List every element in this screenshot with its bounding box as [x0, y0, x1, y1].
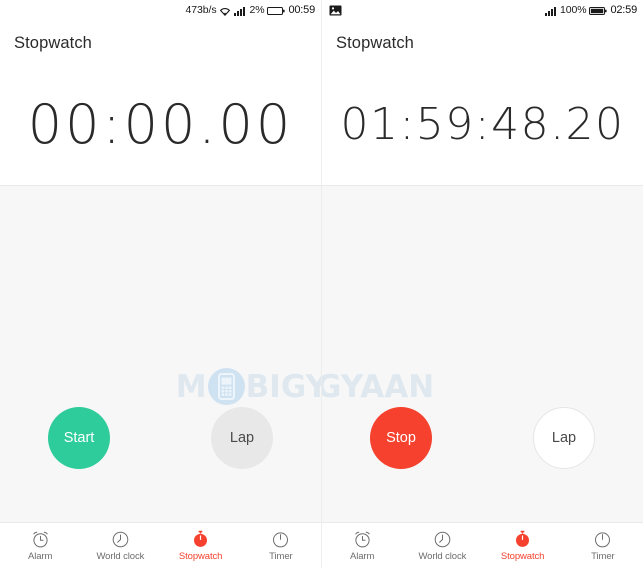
- nav-item-alarm[interactable]: Alarm: [0, 523, 80, 568]
- world-clock-icon: [433, 530, 452, 549]
- stopwatch-controls: Stop Lap: [322, 354, 643, 522]
- app-title-bar: Stopwatch: [0, 21, 321, 65]
- nav-label-timer: Timer: [591, 550, 615, 562]
- battery-percent-text: 100%: [560, 4, 587, 17]
- status-bar: 100% 02:59: [322, 0, 643, 21]
- nav-item-world-clock[interactable]: World clock: [80, 523, 160, 568]
- page-title: Stopwatch: [14, 33, 92, 52]
- nav-label-alarm: Alarm: [349, 550, 375, 562]
- elapsed-time-text: 01:59:48.20: [340, 99, 625, 150]
- nav-label-timer: Timer: [269, 550, 293, 562]
- page-title: Stopwatch: [336, 33, 414, 52]
- lap-list-area: M BIGYAAN: [322, 186, 643, 522]
- battery-percent-text: 2%: [249, 4, 265, 17]
- stop-button[interactable]: Stop: [370, 407, 432, 469]
- nav-item-alarm[interactable]: Alarm: [322, 523, 402, 568]
- lap-button[interactable]: Lap: [211, 407, 273, 469]
- nav-label-world-clock: World clock: [96, 550, 145, 562]
- app-title-bar: Stopwatch: [322, 21, 643, 65]
- lap-list-area: M BIGYAAN: [0, 186, 321, 522]
- signal-bars-icon: [545, 6, 557, 16]
- world-clock-icon: [111, 530, 130, 549]
- nav-label-world-clock: World clock: [418, 550, 467, 562]
- elapsed-time-text: 00:00.00: [27, 93, 294, 156]
- lap-button[interactable]: Lap: [533, 407, 595, 469]
- nav-item-world-clock[interactable]: World clock: [402, 523, 482, 568]
- nav-item-timer[interactable]: Timer: [241, 523, 321, 568]
- alarm-clock-icon: [31, 530, 50, 549]
- status-clock: 02:59: [610, 4, 637, 16]
- nav-label-stopwatch: Stopwatch: [178, 550, 223, 562]
- status-bar: 473b/s 2% 00:59: [0, 0, 321, 21]
- alarm-clock-icon: [353, 530, 372, 549]
- battery-empty-icon: [267, 6, 286, 16]
- stopwatch-controls: Start Lap: [0, 354, 321, 522]
- bottom-navigation: Alarm World clock Stopwatch Timer: [322, 522, 643, 568]
- status-clock: 00:59: [288, 4, 315, 16]
- nav-item-stopwatch[interactable]: Stopwatch: [161, 523, 241, 568]
- stopwatch-display: 01:59:48.20: [322, 65, 643, 186]
- screenshot-image-icon: [329, 5, 342, 16]
- nav-item-timer[interactable]: Timer: [563, 523, 643, 568]
- stopwatch-icon: [513, 530, 532, 549]
- battery-full-icon: [589, 6, 608, 16]
- nav-label-stopwatch: Stopwatch: [500, 550, 545, 562]
- network-speed-text: 473b/s: [185, 4, 217, 17]
- phone-screen-right: 100% 02:59 Stopwatch 01:59:48.20 M: [321, 0, 643, 568]
- nav-item-stopwatch[interactable]: Stopwatch: [483, 523, 563, 568]
- wifi-icon: [219, 6, 231, 16]
- start-button[interactable]: Start: [48, 407, 110, 469]
- stopwatch-icon: [191, 530, 210, 549]
- signal-bars-icon: [234, 6, 246, 16]
- phone-screen-left: 473b/s 2% 00:59 Stopwatch 00:00.00 M BIG…: [0, 0, 321, 568]
- stopwatch-display: 00:00.00: [0, 65, 321, 186]
- screenshot-pair: 473b/s 2% 00:59 Stopwatch 00:00.00 M BIG…: [0, 0, 643, 568]
- timer-icon: [271, 530, 290, 549]
- nav-label-alarm: Alarm: [27, 550, 53, 562]
- timer-icon: [593, 530, 612, 549]
- bottom-navigation: Alarm World clock Stopwatch Timer: [0, 522, 321, 568]
